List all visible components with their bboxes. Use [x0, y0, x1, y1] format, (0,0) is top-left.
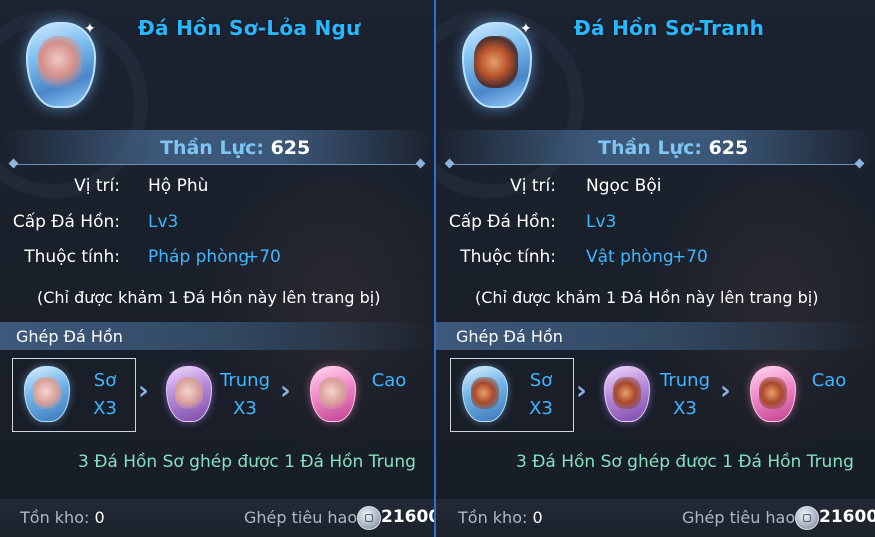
- power-value: 625: [708, 137, 749, 159]
- tier-mid-gem-icon[interactable]: [604, 366, 650, 422]
- cost-value: 21600: [819, 507, 875, 527]
- tier-high-gem-icon[interactable]: [750, 366, 796, 422]
- position-value: Ngọc Bội: [586, 176, 662, 196]
- level-label: Cấp Đá Hồn:: [448, 212, 556, 232]
- power-value: 625: [270, 137, 311, 159]
- item-title: Đá Hồn Sơ-Lỏa Ngư: [138, 16, 361, 40]
- stock-value: 0: [94, 508, 105, 527]
- power-stat: Thần Lực: 625: [160, 137, 310, 159]
- tier-mid-name: Trung: [660, 370, 710, 391]
- attribute-label: Thuộc tính:: [460, 247, 556, 267]
- tier-mid-qty: X3: [673, 398, 697, 419]
- attribute-bonus: +70: [245, 247, 281, 267]
- position-label: Vị trí:: [74, 176, 120, 196]
- craft-title: Ghép Đá Hồn: [456, 327, 563, 346]
- sparkle-icon: ✦: [520, 21, 532, 37]
- socket-note: (Chỉ được khảm 1 Đá Hồn này lên trang bị…: [37, 288, 381, 307]
- divider: [450, 164, 860, 165]
- tier-basic-name: Sơ: [93, 370, 117, 391]
- attribute-label: Thuộc tính:: [24, 247, 120, 267]
- tier-basic-qty: X3: [529, 398, 553, 419]
- chevron-right-icon: ›: [576, 376, 587, 406]
- level-value: Lv3: [148, 212, 179, 232]
- craft-title: Ghép Đá Hồn: [16, 327, 123, 346]
- power-label: Thần Lực:: [160, 137, 264, 159]
- position-value: Hộ Phù: [148, 176, 209, 196]
- attribute-name: Vật phòng: [586, 247, 674, 267]
- stock-info: Tồn kho: 0: [458, 508, 543, 527]
- tier-basic-gem-icon[interactable]: [462, 366, 508, 422]
- attribute-bonus: +70: [672, 247, 708, 267]
- silver-coin-icon: [357, 506, 381, 530]
- soul-stone-panel-right: ✦ Đá Hồn Sơ-Tranh Thần Lực: 625 Vị trí: …: [436, 0, 875, 537]
- divider: [14, 164, 422, 165]
- item-header: ✦ Đá Hồn Sơ-Lỏa Ngư: [0, 0, 434, 128]
- tier-mid-gem-icon[interactable]: [166, 366, 212, 422]
- chevron-right-icon: ›: [720, 376, 731, 406]
- tier-basic-gem-icon[interactable]: [24, 366, 70, 422]
- soul-stone-panel-left: ✦ Đá Hồn Sơ-Lỏa Ngư Thần Lực: 625 Vị trí…: [0, 0, 434, 537]
- item-header: ✦ Đá Hồn Sơ-Tranh: [436, 0, 875, 128]
- position-label: Vị trí:: [510, 176, 556, 196]
- craft-result-text: 3 Đá Hồn Sơ ghép được 1 Đá Hồn Trung: [516, 452, 854, 472]
- level-value: Lv3: [586, 212, 617, 232]
- tier-high-gem-icon[interactable]: [310, 366, 356, 422]
- cost-label: Ghép tiêu hao:: [682, 508, 801, 527]
- tier-basic-qty: X3: [93, 398, 117, 419]
- stock-label: Tồn kho:: [20, 508, 90, 527]
- tier-basic-name: Sơ: [529, 370, 553, 391]
- tier-mid-qty: X3: [233, 398, 257, 419]
- stock-info: Tồn kho: 0: [20, 508, 105, 527]
- level-label: Cấp Đá Hồn:: [12, 212, 120, 232]
- power-label: Thần Lực:: [598, 137, 702, 159]
- silver-coin-icon: [795, 506, 819, 530]
- stock-value: 0: [532, 508, 543, 527]
- tier-high-name: Cao: [811, 370, 847, 391]
- craft-result-text: 3 Đá Hồn Sơ ghép được 1 Đá Hồn Trung: [78, 452, 416, 472]
- sparkle-icon: ✦: [84, 21, 96, 37]
- cost-label: Ghép tiêu hao:: [244, 508, 363, 527]
- attribute-name: Pháp phòng: [148, 247, 250, 267]
- power-stat: Thần Lực: 625: [598, 137, 748, 159]
- chevron-right-icon: ›: [280, 376, 291, 406]
- tier-mid-name: Trung: [220, 370, 270, 391]
- chevron-right-icon: ›: [138, 376, 149, 406]
- stock-label: Tồn kho:: [458, 508, 528, 527]
- tier-high-name: Cao: [371, 370, 407, 391]
- item-title: Đá Hồn Sơ-Tranh: [574, 16, 765, 40]
- socket-note: (Chỉ được khảm 1 Đá Hồn này lên trang bị…: [475, 288, 819, 307]
- cost-value: 21600: [381, 507, 434, 527]
